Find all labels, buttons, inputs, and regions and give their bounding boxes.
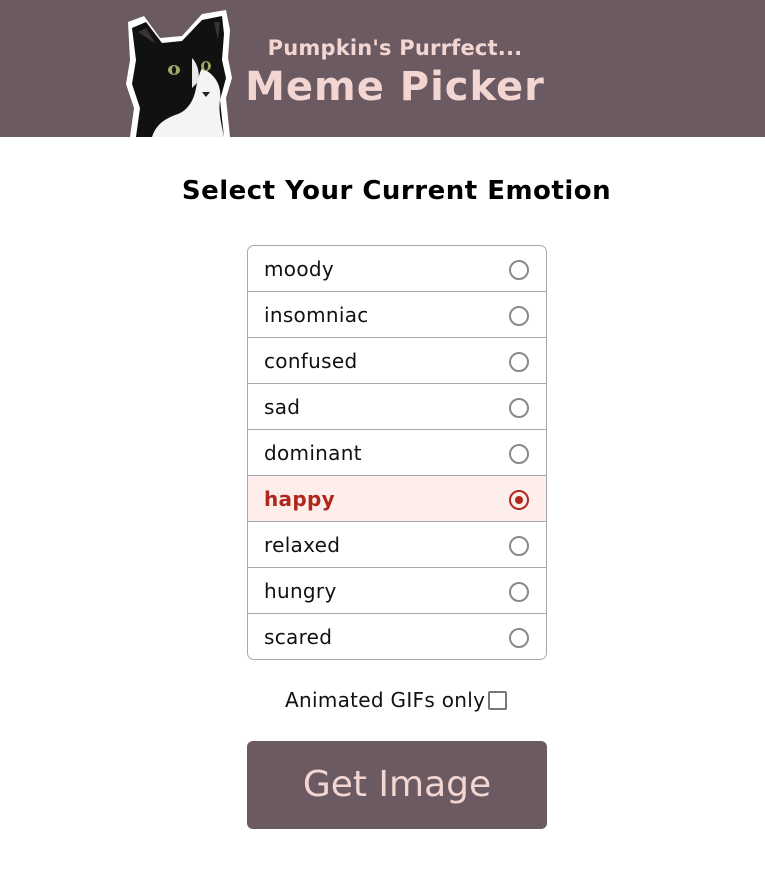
app-subtitle: Pumpkin's Purrfect... — [267, 36, 523, 60]
radio-button-icon[interactable] — [509, 582, 529, 602]
emotion-label: dominant — [264, 441, 362, 465]
emotion-label: insomniac — [264, 303, 369, 327]
emotion-radio-list: moody insomniac confused sad dominant ha… — [247, 245, 547, 660]
emotion-option-dominant[interactable]: dominant — [248, 430, 546, 476]
emotion-option-happy[interactable]: happy — [248, 476, 546, 522]
emotion-picker-heading: Select Your Current Emotion — [181, 176, 612, 206]
emotion-label: sad — [264, 395, 301, 419]
radio-button-icon[interactable] — [509, 352, 529, 372]
radio-button-icon[interactable] — [509, 628, 529, 648]
emotion-option-hungry[interactable]: hungry — [248, 568, 546, 614]
emotion-option-moody[interactable]: moody — [248, 246, 546, 292]
radio-button-icon[interactable] — [509, 306, 529, 326]
radio-button-selected-icon[interactable] — [509, 490, 529, 510]
emotion-label: relaxed — [264, 533, 341, 557]
emotion-option-relaxed[interactable]: relaxed — [248, 522, 546, 568]
animated-gifs-checkbox[interactable] — [488, 691, 507, 710]
header-banner: Pumpkin's Purrfect... Meme Picker — [0, 0, 765, 137]
get-image-button[interactable]: Get Image — [247, 741, 547, 829]
emotion-option-insomniac[interactable]: insomniac — [248, 292, 546, 338]
emotion-label: scared — [264, 625, 333, 649]
emotion-label: confused — [264, 349, 358, 373]
animated-gifs-label[interactable]: Animated GIFs only — [285, 688, 485, 712]
radio-button-icon[interactable] — [509, 444, 529, 464]
emotion-label: moody — [264, 257, 334, 281]
emotion-option-scared[interactable]: scared — [248, 614, 546, 659]
emotion-label: happy — [264, 487, 335, 511]
radio-button-icon[interactable] — [509, 536, 529, 556]
emotion-option-confused[interactable]: confused — [248, 338, 546, 384]
radio-button-icon[interactable] — [509, 260, 529, 280]
app-title: Meme Picker — [245, 64, 545, 110]
emotion-option-sad[interactable]: sad — [248, 384, 546, 430]
radio-button-icon[interactable] — [509, 398, 529, 418]
emotion-label: hungry — [264, 579, 337, 603]
